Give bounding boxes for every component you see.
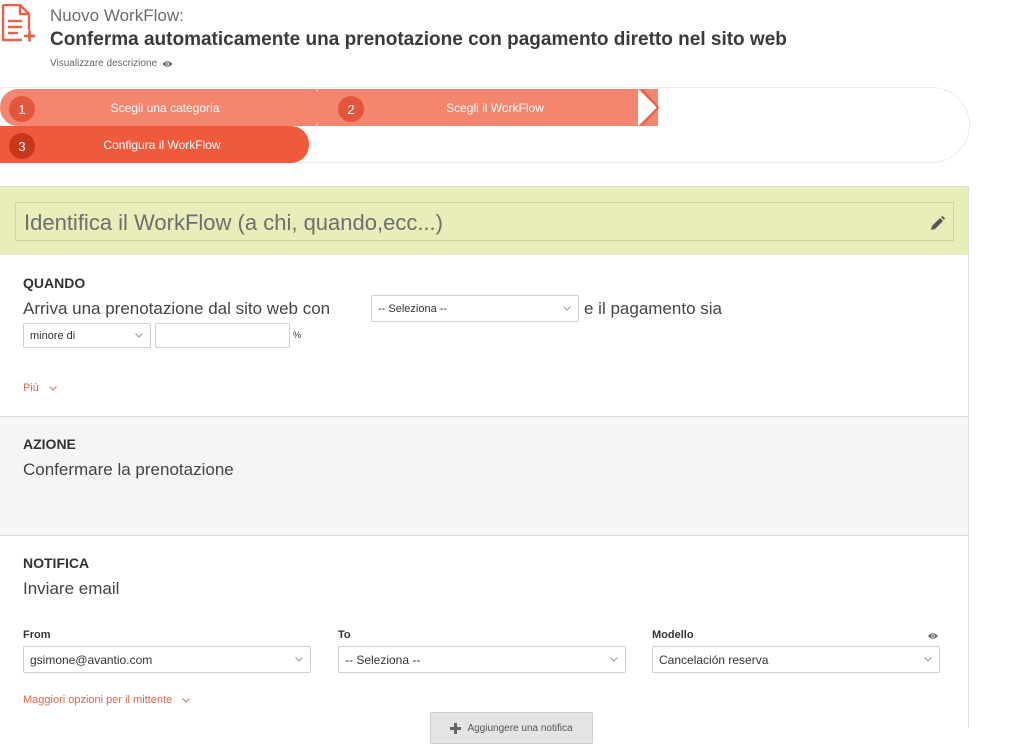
identify-section: Identifica il WorkFlow (a chi, quando,ec…	[0, 187, 968, 255]
to-value: -- Seleziona --	[345, 652, 421, 667]
chevron-down-icon	[563, 305, 571, 311]
more-sender-options-label: Maggiori opzioni per il mittente	[23, 694, 173, 706]
template-value: Cancelación reserva	[659, 652, 769, 667]
page-subtitle: Nuovo WorkFlow:	[50, 6, 184, 25]
more-conditions-label: Più	[23, 382, 39, 394]
chevron-down-icon	[924, 656, 932, 662]
view-description-link[interactable]: Visualizzare descrizione	[50, 58, 173, 69]
add-notification-label: Aggiungere una notifica	[467, 722, 573, 734]
when-section: QUANDO Arriva una prenotazione dal sito …	[0, 256, 968, 417]
plus-icon	[450, 722, 462, 734]
step-configure-workflow[interactable]: 3 Configura il WorkFlow	[0, 126, 309, 163]
wizard-steps: 1 Scegli una categoria 2 Scegli il WorkF…	[0, 87, 970, 163]
more-conditions-link[interactable]: Più	[23, 382, 57, 394]
notification-section: NOTIFICA Inviare email From gsimone@avan…	[0, 536, 968, 729]
action-title: AZIONE	[23, 436, 76, 452]
from-label: From	[23, 629, 51, 641]
to-select[interactable]: -- Seleziona --	[338, 646, 626, 673]
payment-comparator-select[interactable]: minore di	[23, 323, 151, 348]
payment-percent-input[interactable]	[155, 323, 290, 348]
notification-text: Inviare email	[23, 579, 120, 598]
page-title: Conferma automaticamente una prenotazion…	[50, 29, 787, 50]
template-label: Modello	[652, 629, 694, 641]
booking-source-value: -- Seleziona --	[378, 302, 448, 315]
add-notification-button[interactable]: Aggiungere una notifica	[430, 712, 593, 744]
when-title: QUANDO	[23, 275, 86, 291]
step-choose-category[interactable]: 1 Scegli una categoria	[0, 89, 330, 126]
view-description-label: Visualizzare descrizione	[50, 58, 158, 69]
step-choose-workflow[interactable]: 2 Scegli il WorkFlow	[318, 89, 658, 126]
chevron-down-icon	[182, 697, 191, 703]
payment-comparator-value: minore di	[30, 329, 76, 342]
action-text: Confermare la prenotazione	[23, 460, 234, 479]
more-sender-options-link[interactable]: Maggiori opzioni per il mittente	[23, 694, 191, 706]
when-text-after: e il pagamento sia	[584, 299, 722, 318]
when-text-before: Arriva una prenotazione dal sito web con	[23, 299, 331, 318]
step-label: Configura il WorkFlow	[103, 138, 221, 152]
step-arrow-end	[638, 89, 660, 126]
eye-icon[interactable]	[927, 632, 939, 640]
from-value: gsimone@avantio.com	[30, 652, 153, 667]
workflow-name-field[interactable]: Identifica il WorkFlow (a chi, quando,ec…	[15, 202, 954, 241]
to-label: To	[338, 629, 351, 641]
step-label: Scegli una categoria	[110, 101, 220, 115]
chevron-down-icon	[610, 656, 618, 662]
pencil-icon[interactable]	[930, 216, 945, 231]
chevron-down-icon	[135, 332, 143, 338]
percent-unit: %	[293, 330, 302, 340]
step-label: Scegli il WorkFlow	[446, 101, 544, 115]
chevron-down-icon	[49, 385, 57, 391]
chevron-down-icon	[295, 656, 303, 662]
workflow-config-card: Identifica il WorkFlow (a chi, quando,ec…	[0, 186, 969, 729]
workflow-name-placeholder: Identifica il WorkFlow (a chi, quando,ec…	[24, 210, 443, 235]
template-select[interactable]: Cancelación reserva	[652, 646, 940, 673]
page-header: Nuovo WorkFlow: Conferma automaticamente…	[0, 0, 1033, 80]
notification-title: NOTIFICA	[23, 555, 90, 571]
new-document-icon	[1, 4, 35, 42]
from-select[interactable]: gsimone@avantio.com	[23, 646, 311, 673]
booking-source-select[interactable]: -- Seleziona --	[371, 295, 579, 322]
action-section: AZIONE Confermare la prenotazione	[0, 417, 968, 536]
eye-icon	[162, 60, 173, 67]
